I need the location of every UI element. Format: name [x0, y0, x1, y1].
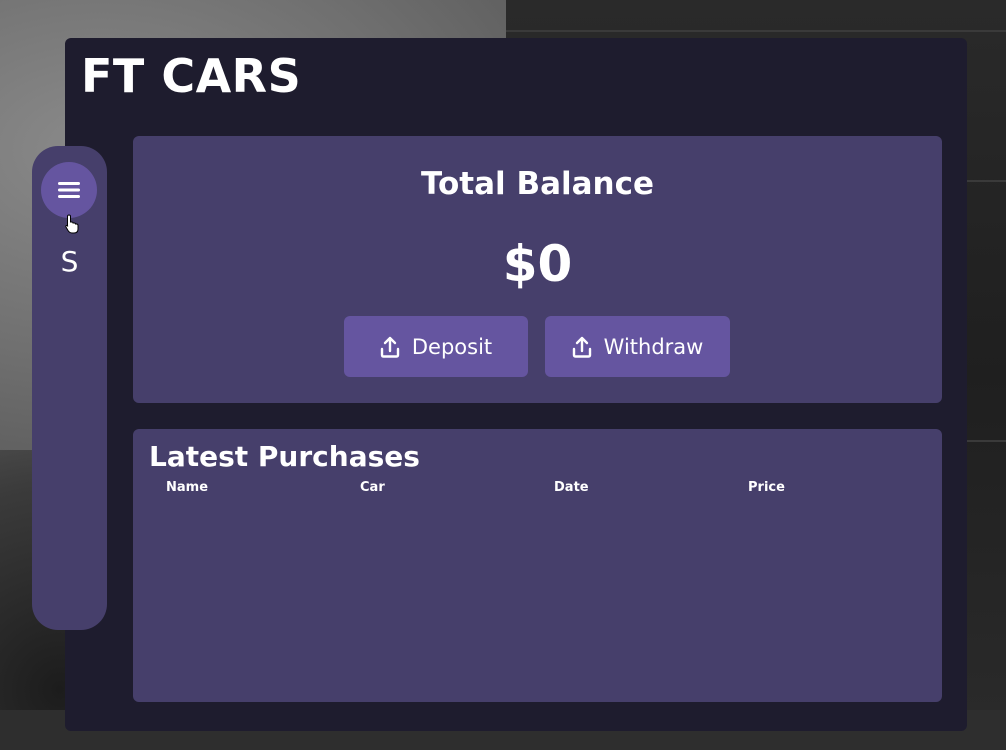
upload-icon — [572, 336, 591, 358]
deposit-button[interactable]: Deposit — [344, 316, 528, 377]
menu-button[interactable] — [41, 162, 97, 218]
upload-icon — [380, 336, 400, 358]
deposit-label: Deposit — [411, 334, 493, 359]
balance-amount: $0 — [502, 235, 573, 293]
column-header-car: Car — [360, 480, 385, 495]
withdraw-label: Withdraw — [603, 334, 704, 359]
column-header-price: Price — [748, 480, 785, 495]
column-header-name: Name — [166, 480, 209, 495]
pointer-cursor-icon — [65, 214, 79, 234]
balance-title: Total Balance — [420, 166, 655, 202]
purchases-title: Latest Purchases — [149, 440, 420, 473]
sidebar-user-initial[interactable]: S — [32, 244, 107, 280]
withdraw-button[interactable]: Withdraw — [545, 316, 730, 377]
column-header-date: Date — [554, 480, 589, 495]
hamburger-menu-icon — [58, 182, 80, 198]
app-title: FT CARS — [81, 49, 302, 103]
